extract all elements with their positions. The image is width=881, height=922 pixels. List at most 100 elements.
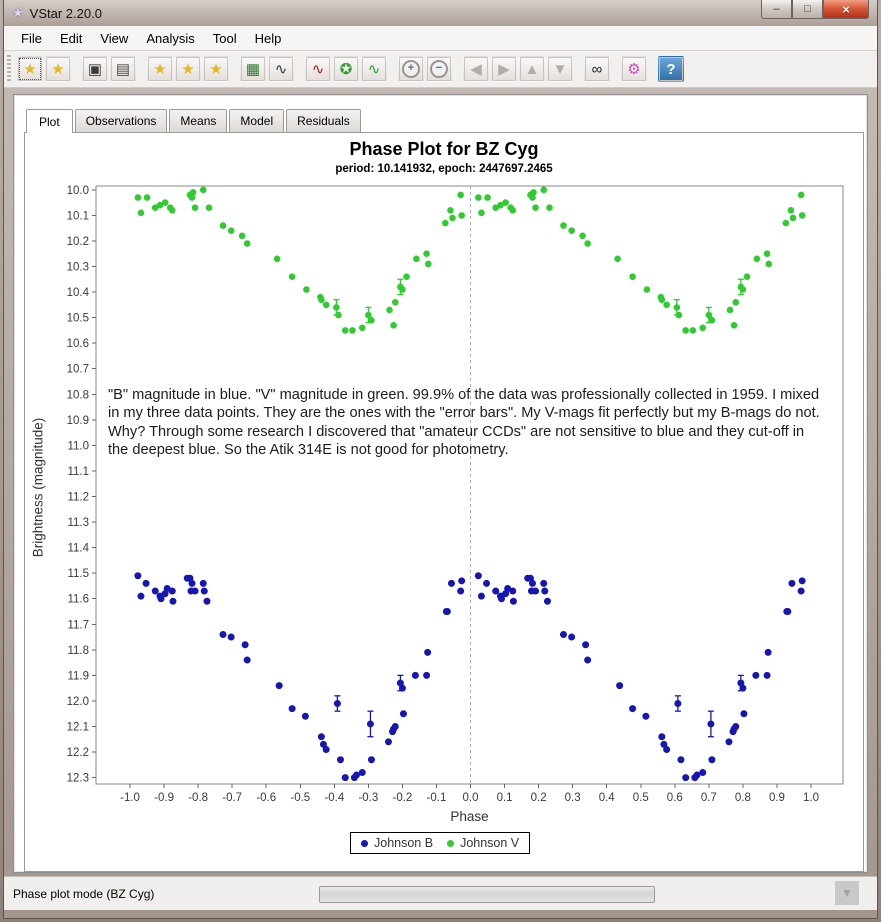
svg-text:11.3: 11.3 <box>67 517 89 529</box>
pan-down-button[interactable]: ▼ <box>547 56 573 82</box>
tab-residuals[interactable]: Residuals <box>286 109 361 133</box>
menu-file[interactable]: File <box>12 28 51 49</box>
new-star-from-database-icon: ★ <box>23 60 36 78</box>
svg-text:12.1: 12.1 <box>67 722 89 734</box>
minimize-button[interactable]: – <box>761 0 792 19</box>
print-button[interactable]: ▤ <box>110 56 136 82</box>
window-title: VStar 2.20.0 <box>30 6 102 21</box>
toolbar: ★★▣▤★★★▦∿∿✪∿+−◀▶▲▼∞⚙? <box>4 51 877 88</box>
preferences-button[interactable]: ⚙ <box>621 56 647 82</box>
svg-text:0.7: 0.7 <box>701 792 717 804</box>
menu-help[interactable]: Help <box>246 28 291 49</box>
pan-down-icon: ▼ <box>553 61 568 78</box>
zoom-out-button[interactable]: − <box>426 56 452 82</box>
johnson-b-dot-icon <box>361 840 368 847</box>
filter-button[interactable]: ✪ <box>333 56 359 82</box>
svg-text:10.3: 10.3 <box>67 262 89 274</box>
svg-text:-0.9: -0.9 <box>154 792 174 804</box>
phase-plot-button[interactable]: ∿ <box>268 56 294 82</box>
tab-means[interactable]: Means <box>169 109 227 133</box>
legend-item-johnson-v: Johnson V <box>447 836 519 850</box>
star-info-icon: ★ <box>153 60 166 78</box>
tab-plot[interactable]: Plot <box>26 109 73 133</box>
main-panel: PlotObservationsMeansModelResiduals Phas… <box>13 94 868 873</box>
svg-text:11.2: 11.2 <box>67 492 89 504</box>
save-icon: ▣ <box>88 60 102 78</box>
print-icon: ▤ <box>116 60 130 78</box>
maximize-button[interactable]: □ <box>792 0 823 19</box>
save-button[interactable]: ▣ <box>82 56 108 82</box>
menu-edit[interactable]: Edit <box>51 28 91 49</box>
search-button[interactable]: ∞ <box>584 56 610 82</box>
zoom-in-button[interactable]: + <box>398 56 424 82</box>
svg-text:11.5: 11.5 <box>67 568 89 580</box>
svg-text:-0.6: -0.6 <box>256 792 276 804</box>
vstar-window: ★ VStar 2.20.0 –□× FileEditViewAnalysisT… <box>3 0 878 919</box>
svg-text:11.6: 11.6 <box>67 594 89 606</box>
svg-text:11.1: 11.1 <box>67 466 89 478</box>
tab-observations[interactable]: Observations <box>75 109 168 133</box>
svg-text:-0.8: -0.8 <box>188 792 208 804</box>
new-star-from-file-icon: ★ <box>51 60 64 78</box>
svg-text:11.8: 11.8 <box>67 645 89 657</box>
status-mode-text: Phase plot mode (BZ Cyg) <box>13 887 154 901</box>
zoom-out-icon: − <box>430 60 448 78</box>
menu-analysis[interactable]: Analysis <box>137 28 203 49</box>
status-bar: Phase plot mode (BZ Cyg) ▼ <box>4 876 877 910</box>
x-axis-label: Phase <box>96 809 843 824</box>
svg-text:11.0: 11.0 <box>67 440 89 452</box>
close-button[interactable]: × <box>823 0 869 19</box>
tab-model[interactable]: Model <box>229 109 284 133</box>
plot-control-button[interactable]: ★ <box>175 56 201 82</box>
pan-up-button[interactable]: ▲ <box>519 56 545 82</box>
svg-text:0.0: 0.0 <box>463 792 479 804</box>
menu-view[interactable]: View <box>91 28 137 49</box>
light-curve-button[interactable]: ∿ <box>305 56 331 82</box>
svg-text:-0.1: -0.1 <box>427 792 447 804</box>
svg-text:-1.0: -1.0 <box>120 792 140 804</box>
progress-bar <box>319 886 655 903</box>
help-button[interactable]: ? <box>658 56 684 82</box>
svg-text:10.0: 10.0 <box>67 185 89 197</box>
svg-text:-0.7: -0.7 <box>222 792 242 804</box>
plot-legend: Johnson B Johnson V <box>350 832 530 854</box>
svg-text:0.3: 0.3 <box>565 792 581 804</box>
menu-tool[interactable]: Tool <box>204 28 246 49</box>
toolbar-drag-handle[interactable] <box>7 55 11 83</box>
new-star-from-database-button[interactable]: ★ <box>17 56 43 82</box>
observation-details-button[interactable]: ★ <box>203 56 229 82</box>
svg-text:0.5: 0.5 <box>633 792 649 804</box>
legend-item-johnson-b: Johnson B <box>361 836 433 850</box>
window-controls: –□× <box>761 0 869 19</box>
plot-control-icon: ★ <box>181 60 194 78</box>
faded-v-icon: ▼ <box>841 886 853 900</box>
svg-text:-0.3: -0.3 <box>358 792 378 804</box>
status-corner-button[interactable]: ▼ <box>835 881 859 905</box>
new-star-from-file-button[interactable]: ★ <box>45 56 71 82</box>
title-bar[interactable]: ★ VStar 2.20.0 –□× <box>4 0 877 26</box>
svg-text:0.9: 0.9 <box>769 792 785 804</box>
svg-text:0.1: 0.1 <box>497 792 513 804</box>
pan-right-icon: ▶ <box>498 60 510 78</box>
johnson-v-dot-icon <box>447 840 454 847</box>
phase-plot-canvas: -1.0-0.9-0.8-0.7-0.6-0.5-0.4-0.3-0.2-0.1… <box>25 133 863 871</box>
svg-text:0.2: 0.2 <box>531 792 547 804</box>
observation-details-icon: ★ <box>209 60 222 78</box>
polynomial-fit-button[interactable]: ∿ <box>361 56 387 82</box>
svg-text:10.5: 10.5 <box>67 313 89 325</box>
star-info-button[interactable]: ★ <box>147 56 173 82</box>
svg-text:0.8: 0.8 <box>735 792 751 804</box>
polynomial-fit-icon: ∿ <box>368 60 381 78</box>
pan-left-button[interactable]: ◀ <box>463 56 489 82</box>
svg-text:12.3: 12.3 <box>67 773 89 785</box>
menu-bar: FileEditViewAnalysisToolHelp <box>4 26 877 51</box>
vstar-app-icon: ★ <box>12 5 24 21</box>
pan-up-icon: ▲ <box>525 61 540 78</box>
zoom-in-icon: + <box>402 60 420 78</box>
pan-right-button[interactable]: ▶ <box>491 56 517 82</box>
raw-data-button[interactable]: ▦ <box>240 56 266 82</box>
pan-left-icon: ◀ <box>470 60 482 78</box>
svg-text:0.6: 0.6 <box>667 792 683 804</box>
svg-text:12.0: 12.0 <box>67 696 89 708</box>
window-frame-edge <box>4 910 877 918</box>
